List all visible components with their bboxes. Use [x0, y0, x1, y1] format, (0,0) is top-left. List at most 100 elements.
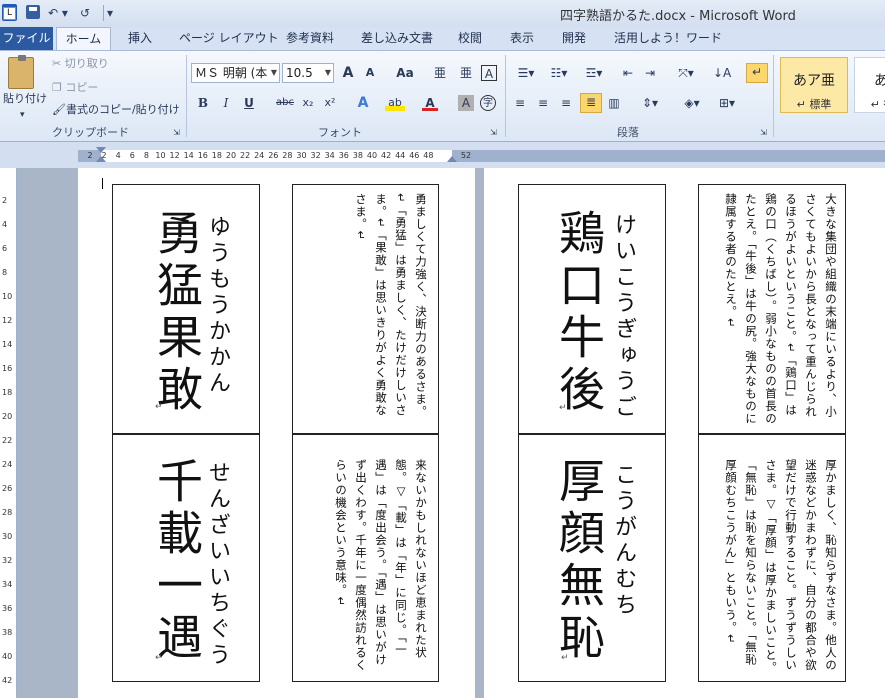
ruler-tick-label: 22: [240, 151, 251, 160]
grow-font-icon[interactable]: A: [340, 65, 356, 81]
paragraph-mark-icon: ↵: [155, 402, 163, 412]
ruler-tick-label: 38: [352, 151, 363, 160]
paste-dropdown-icon[interactable]: ▾: [20, 107, 25, 123]
clear-format-icon[interactable]: 亜: [432, 65, 448, 81]
card-reading: けいこうぎゅうご: [611, 213, 636, 421]
numbering-icon[interactable]: ☷▾: [545, 65, 573, 81]
bold-icon[interactable]: B: [195, 95, 211, 111]
justify-icon[interactable]: ≣: [580, 93, 602, 113]
superscript-icon[interactable]: x²: [322, 95, 338, 111]
tab-home[interactable]: ホーム: [56, 27, 111, 50]
vruler-tick-label: 24: [2, 460, 13, 469]
cut-icon: ✂: [52, 57, 65, 70]
tab-review[interactable]: 校閲: [458, 27, 482, 50]
tab-developer[interactable]: 開発: [562, 27, 586, 50]
font-color-icon[interactable]: A: [422, 95, 438, 111]
strikethrough-icon[interactable]: abc: [274, 95, 296, 111]
paragraph-launcher-icon[interactable]: ⇲: [760, 125, 767, 141]
align-left-icon[interactable]: ≡: [512, 95, 528, 111]
bullets-icon[interactable]: ☰▾: [512, 65, 540, 81]
explanation-card[interactable]: 大きな集団や組織の末端にいるより、小さくてもよいから長となって重んじられるほうが…: [698, 184, 846, 434]
vruler-tick-label: 10: [2, 292, 13, 301]
clipboard-launcher-icon[interactable]: ⇲: [173, 125, 180, 141]
karuta-card[interactable]: 鶏口牛後 けいこうぎゅうご ↵: [518, 184, 666, 434]
format-painter-button[interactable]: 🖌書式のコピー/貼り付け: [52, 102, 180, 118]
ruler-tick-label: 18: [211, 151, 222, 160]
phonetic-guide-icon[interactable]: 亜: [458, 65, 474, 81]
tab-view[interactable]: 表示: [510, 27, 534, 50]
word-window: W ↶ ▾ ↺ ▾ 四字熟語かるた.docx - Microsoft Word …: [0, 0, 885, 698]
explanation-card[interactable]: 勇ましくて力強く、決断力のあるさま。↵「勇猛」は勇ましく、たけだけしいさま。↵「…: [292, 184, 439, 434]
decrease-indent-icon[interactable]: ⇤: [620, 65, 636, 81]
shading-icon[interactable]: ◈▾: [678, 95, 706, 111]
text-effects-icon[interactable]: A: [355, 95, 371, 111]
enclose-characters-icon[interactable]: 字: [480, 95, 496, 111]
ruler-tick-label: 46: [409, 151, 420, 160]
card-reading: ゆうもうかかん: [205, 215, 230, 397]
sort-icon[interactable]: ↓A: [713, 65, 731, 81]
paste-icon[interactable]: [8, 55, 34, 89]
karuta-card[interactable]: 厚顔無恥 こうがんむち ↵: [518, 434, 666, 682]
paste-button[interactable]: 貼り付け: [3, 91, 47, 107]
chevron-down-icon: ▼: [324, 68, 331, 77]
character-border-icon[interactable]: A: [481, 65, 497, 81]
distributed-icon[interactable]: ▥: [606, 95, 622, 111]
ruler-tick-label: 30: [296, 151, 307, 160]
tab-file[interactable]: ファイル: [0, 27, 53, 50]
align-right-icon[interactable]: ≡: [558, 95, 574, 111]
tab-page-layout[interactable]: ページ レイアウト: [179, 27, 279, 50]
multilevel-list-icon[interactable]: ☲▾: [580, 65, 608, 81]
shrink-font-icon[interactable]: A: [362, 65, 378, 81]
asian-layout-icon[interactable]: ⤧▾: [672, 65, 700, 81]
tab-insert[interactable]: 挿入: [128, 27, 152, 50]
vruler-tick-label: 16: [2, 364, 13, 373]
karuta-card[interactable]: 勇猛果敢 ゆうもうかかん ↵: [112, 184, 260, 434]
borders-icon[interactable]: ⊞▾: [713, 95, 741, 111]
vruler-tick-label: 42: [2, 676, 13, 685]
tab-references[interactable]: 参考資料: [286, 27, 334, 50]
subscript-icon[interactable]: x₂: [300, 95, 316, 111]
right-indent-marker[interactable]: [447, 156, 457, 162]
increase-indent-icon[interactable]: ⇥: [642, 65, 658, 81]
paragraph-group-label: 段落: [617, 126, 639, 139]
highlight-icon[interactable]: ab: [385, 95, 405, 111]
ruler-tick-label: 36: [338, 151, 349, 160]
tab-selector-icon[interactable]: L: [3, 7, 16, 20]
explanation-card[interactable]: 厚かましく、恥知らずなさま。他人の迷惑などかまわずに、自分の都合や欲望だけで行動…: [698, 434, 846, 682]
ruler-tick-label: 2: [101, 151, 107, 160]
undo-icon[interactable]: ↶ ▾: [48, 4, 68, 22]
character-shading-icon[interactable]: A: [458, 95, 474, 111]
vruler-tick-label: 18: [2, 388, 13, 397]
tab-katsuyou[interactable]: 活用しよう！ワード: [614, 27, 722, 50]
format-painter-label: 書式のコピー/貼り付け: [65, 103, 180, 116]
tab-mailings[interactable]: 差し込み文書: [361, 27, 433, 50]
italic-icon[interactable]: I: [218, 95, 234, 111]
vruler-tick-label: 22: [2, 436, 13, 445]
cut-button[interactable]: ✂ 切り取り: [52, 56, 109, 72]
ruler-tick-label: 16: [197, 151, 208, 160]
explanation-card[interactable]: 来ないかもしれないほど恵まれた状態。▽「載」は「年」に同じ。「一遇」は「度出会う…: [292, 434, 439, 682]
redo-icon[interactable]: ↺: [80, 4, 90, 22]
font-launcher-icon[interactable]: ⇲: [490, 125, 497, 141]
line-spacing-icon[interactable]: ⇕▾: [638, 95, 662, 111]
vruler-tick-label: 14: [2, 340, 13, 349]
change-case-icon[interactable]: Aa: [394, 65, 416, 81]
vertical-ruler[interactable]: 2 4 6 8 10 12 14 16 18 20 22 24 26 28 30 32 34 36 38 40 42: [0, 168, 17, 698]
align-center-icon[interactable]: ≡: [535, 95, 551, 111]
underline-icon[interactable]: U: [241, 95, 257, 111]
copy-icon: ❐: [52, 81, 66, 94]
karuta-card[interactable]: 千載一遇 せんざいいちぐう ↵: [112, 434, 260, 682]
show-marks-icon[interactable]: ↵: [746, 63, 768, 83]
font-name-combo[interactable]: ＭＳ 明朝 (本 ▼: [191, 63, 280, 83]
card-kanji: 千載一遇: [150, 457, 204, 665]
style-preview: あア: [874, 73, 885, 89]
ruler-tick-label: 10: [155, 151, 166, 160]
style-no-spacing[interactable]: あア ↵ 行間: [854, 57, 885, 113]
copy-button[interactable]: ❐ コピー: [52, 80, 98, 96]
save-icon[interactable]: [26, 5, 40, 19]
card-kanji: 鶏口牛後: [552, 209, 606, 417]
customize-quick-access-icon[interactable]: ▾: [107, 4, 113, 22]
style-normal[interactable]: あア亜 ↵ 標準: [780, 57, 848, 113]
font-size-combo[interactable]: 10.5 ▼: [282, 63, 334, 83]
group-separator: [505, 55, 506, 137]
